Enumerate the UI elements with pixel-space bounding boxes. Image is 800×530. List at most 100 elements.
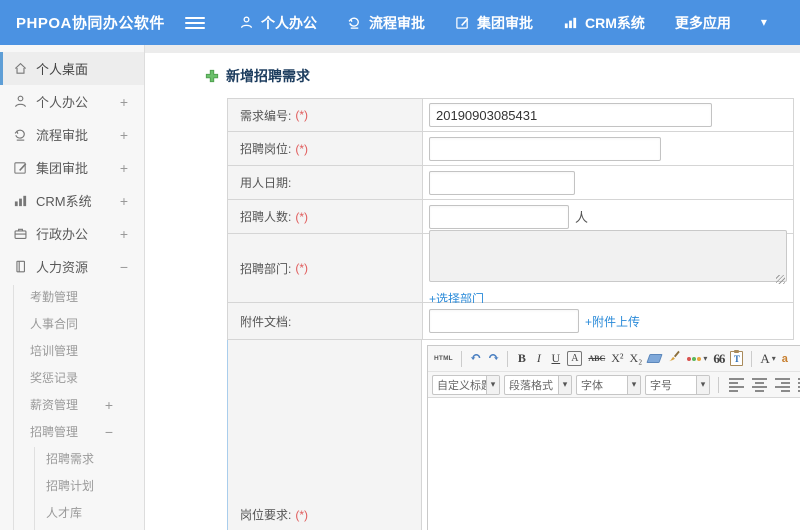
align-justify-icon[interactable] <box>796 377 800 393</box>
sidebar-item-personal-office[interactable]: 个人办公 + <box>0 85 144 118</box>
menu-toggle-icon[interactable] <box>185 16 205 29</box>
position-input[interactable] <box>429 136 661 161</box>
field-label: 用人日期: <box>240 176 292 190</box>
undo-icon[interactable]: ↶ <box>468 349 484 368</box>
nav-workflow-approval[interactable]: 流程审批 <box>347 13 425 33</box>
blockquote-button[interactable]: 66 <box>711 349 726 368</box>
sidebar-item-recruit-plan[interactable]: 招聘计划 <box>0 472 144 499</box>
form-row-requirement: 岗位要求: (*) HTML ↶ ↷ B I U A ABC X² X₂ ▾ 6… <box>227 340 800 530</box>
demand-no-input[interactable] <box>429 103 712 127</box>
field-label: 招聘岗位: <box>240 142 292 156</box>
form-row-department: 招聘部门: (*) +选择部门 <box>227 229 794 306</box>
form-row-position: 招聘岗位: (*) <box>227 132 794 166</box>
nav-personal-office[interactable]: 个人办公 <box>239 13 317 33</box>
underline-button[interactable]: U <box>548 349 563 368</box>
chart-icon <box>563 15 578 30</box>
top-header: PHPOA协同办公软件 个人办公 流程审批 集团审批 CRM系统 更多应用 <box>0 0 800 45</box>
field-label: 招聘人数: <box>240 210 292 224</box>
nav-more-apps[interactable]: 更多应用 <box>675 13 731 33</box>
format-brush-icon[interactable] <box>665 349 683 368</box>
redo-icon[interactable]: ↷ <box>486 349 502 368</box>
align-left-icon[interactable] <box>727 377 746 393</box>
caret-down-icon[interactable] <box>761 16 767 29</box>
subscript-button[interactable]: X₂ <box>627 349 644 368</box>
editor-toolbar-row2: 自定义标题 段落格式 字体 <box>428 372 800 398</box>
sidebar-item-salary-mgmt[interactable]: 薪资管理 + <box>0 391 144 418</box>
home-icon <box>13 61 28 76</box>
font-family-dropdown[interactable]: 字体 <box>576 374 641 395</box>
caret-down-icon[interactable] <box>627 375 640 394</box>
sidebar-item-crm-system[interactable]: CRM系统 + <box>0 184 144 217</box>
page-title: 新增招聘需求 <box>145 53 800 98</box>
nav-group-approval[interactable]: 集团审批 <box>455 13 533 33</box>
highlight-button[interactable]: a <box>782 353 788 365</box>
required-mark: (*) <box>295 108 309 122</box>
superscript-button[interactable]: X² <box>609 349 625 368</box>
sidebar-item-human-resources[interactable]: 人力资源 − <box>0 250 144 283</box>
color-palette-icon[interactable] <box>685 349 709 368</box>
attachment-upload-link[interactable]: +附件上传 <box>585 313 640 330</box>
italic-button[interactable]: I <box>531 349 546 368</box>
char-border-button[interactable]: A <box>567 351 583 366</box>
sidebar-item-hr-contracts[interactable]: 人事合同 <box>0 310 144 337</box>
sidebar-item-personal-desktop[interactable]: 个人桌面 <box>0 52 144 85</box>
phpoa-app: PHPOA协同办公软件 个人办公 流程审批 集团审批 CRM系统 更多应用 ▾ … <box>0 0 800 530</box>
chart-icon <box>13 193 28 208</box>
align-center-icon[interactable] <box>750 377 769 393</box>
paragraph-format-dropdown[interactable]: 段落格式 <box>504 374 572 395</box>
headcount-input[interactable] <box>429 204 569 229</box>
rich-text-editor: HTML ↶ ↷ B I U A ABC X² X₂ ▾ 66 T A ▾ a … <box>427 345 800 530</box>
required-mark: (*) <box>295 507 309 522</box>
paste-icon[interactable]: T <box>728 349 745 368</box>
department-textarea[interactable] <box>429 229 787 282</box>
field-label: 岗位要求: <box>240 508 292 522</box>
align-right-icon[interactable] <box>773 377 792 393</box>
editor-toolbar-row1: HTML ↶ ↷ B I U A ABC X² X₂ ▾ 66 T A ▾ a <box>428 346 800 372</box>
content-top-strip <box>145 45 800 53</box>
sidebar-item-reward-records[interactable]: 奖惩记录 <box>0 364 144 391</box>
sidebar-item-talent-pool[interactable]: 人才库 <box>0 499 144 526</box>
caret-down-icon[interactable] <box>558 375 571 394</box>
user-icon <box>13 94 28 109</box>
field-label: 需求编号: <box>240 108 292 123</box>
sidebar-item-attendance-mgmt[interactable]: 考勤管理 <box>0 283 144 310</box>
field-label: 招聘部门: <box>240 261 292 276</box>
flow-icon <box>13 127 28 142</box>
briefcase-icon <box>13 226 28 241</box>
caret-down-icon[interactable] <box>486 375 499 394</box>
sidebar: 个人桌面 个人办公 + 流程审批 + 集团审批 + CRM系统 + 行政办公 +… <box>0 45 145 530</box>
sidebar-item-workflow-approval[interactable]: 流程审批 + <box>0 118 144 151</box>
sidebar-item-recruit-demand[interactable]: 招聘需求 <box>0 445 144 472</box>
nav-crm-system[interactable]: CRM系统 <box>563 13 645 33</box>
font-color-button[interactable]: A <box>758 349 777 368</box>
sidebar-item-recruit-mgmt[interactable]: 招聘管理 − <box>0 418 144 445</box>
user-icon <box>239 15 254 30</box>
resize-handle[interactable] <box>776 274 785 284</box>
required-mark: (*) <box>295 261 309 275</box>
flow-icon <box>347 15 362 30</box>
caret-down-icon[interactable] <box>696 375 709 394</box>
app-logo: PHPOA协同办公软件 <box>16 15 165 32</box>
add-icon <box>205 69 219 83</box>
use-date-input[interactable] <box>429 170 575 195</box>
recruit-demand-form: 需求编号: (*) 招聘岗位: (*) <box>227 98 800 530</box>
attachment-input[interactable] <box>429 309 579 333</box>
form-row-use-date: 用人日期: <box>227 166 794 200</box>
font-size-dropdown[interactable]: 字号 <box>645 374 710 395</box>
required-mark: (*) <box>295 209 309 224</box>
sidebar-item-group-approval[interactable]: 集团审批 + <box>0 151 144 184</box>
main-content: 新增招聘需求 需求编号: (*) 招聘岗位: (*) <box>145 45 800 530</box>
custom-heading-dropdown[interactable]: 自定义标题 <box>432 374 500 395</box>
required-mark: (*) <box>295 141 309 156</box>
sidebar-item-admin-office[interactable]: 行政办公 + <box>0 217 144 250</box>
sidebar-item-training-mgmt[interactable]: 培训管理 <box>0 337 144 364</box>
book-icon <box>13 259 28 274</box>
editor-content-area[interactable] <box>428 398 800 530</box>
edit-icon <box>13 160 28 175</box>
html-source-button[interactable]: HTML <box>432 349 455 368</box>
strikethrough-button[interactable]: ABC <box>586 349 607 368</box>
headcount-unit: 人 <box>575 210 589 225</box>
eraser-icon[interactable] <box>646 349 663 368</box>
bold-button[interactable]: B <box>514 349 529 368</box>
edit-icon <box>455 15 470 30</box>
